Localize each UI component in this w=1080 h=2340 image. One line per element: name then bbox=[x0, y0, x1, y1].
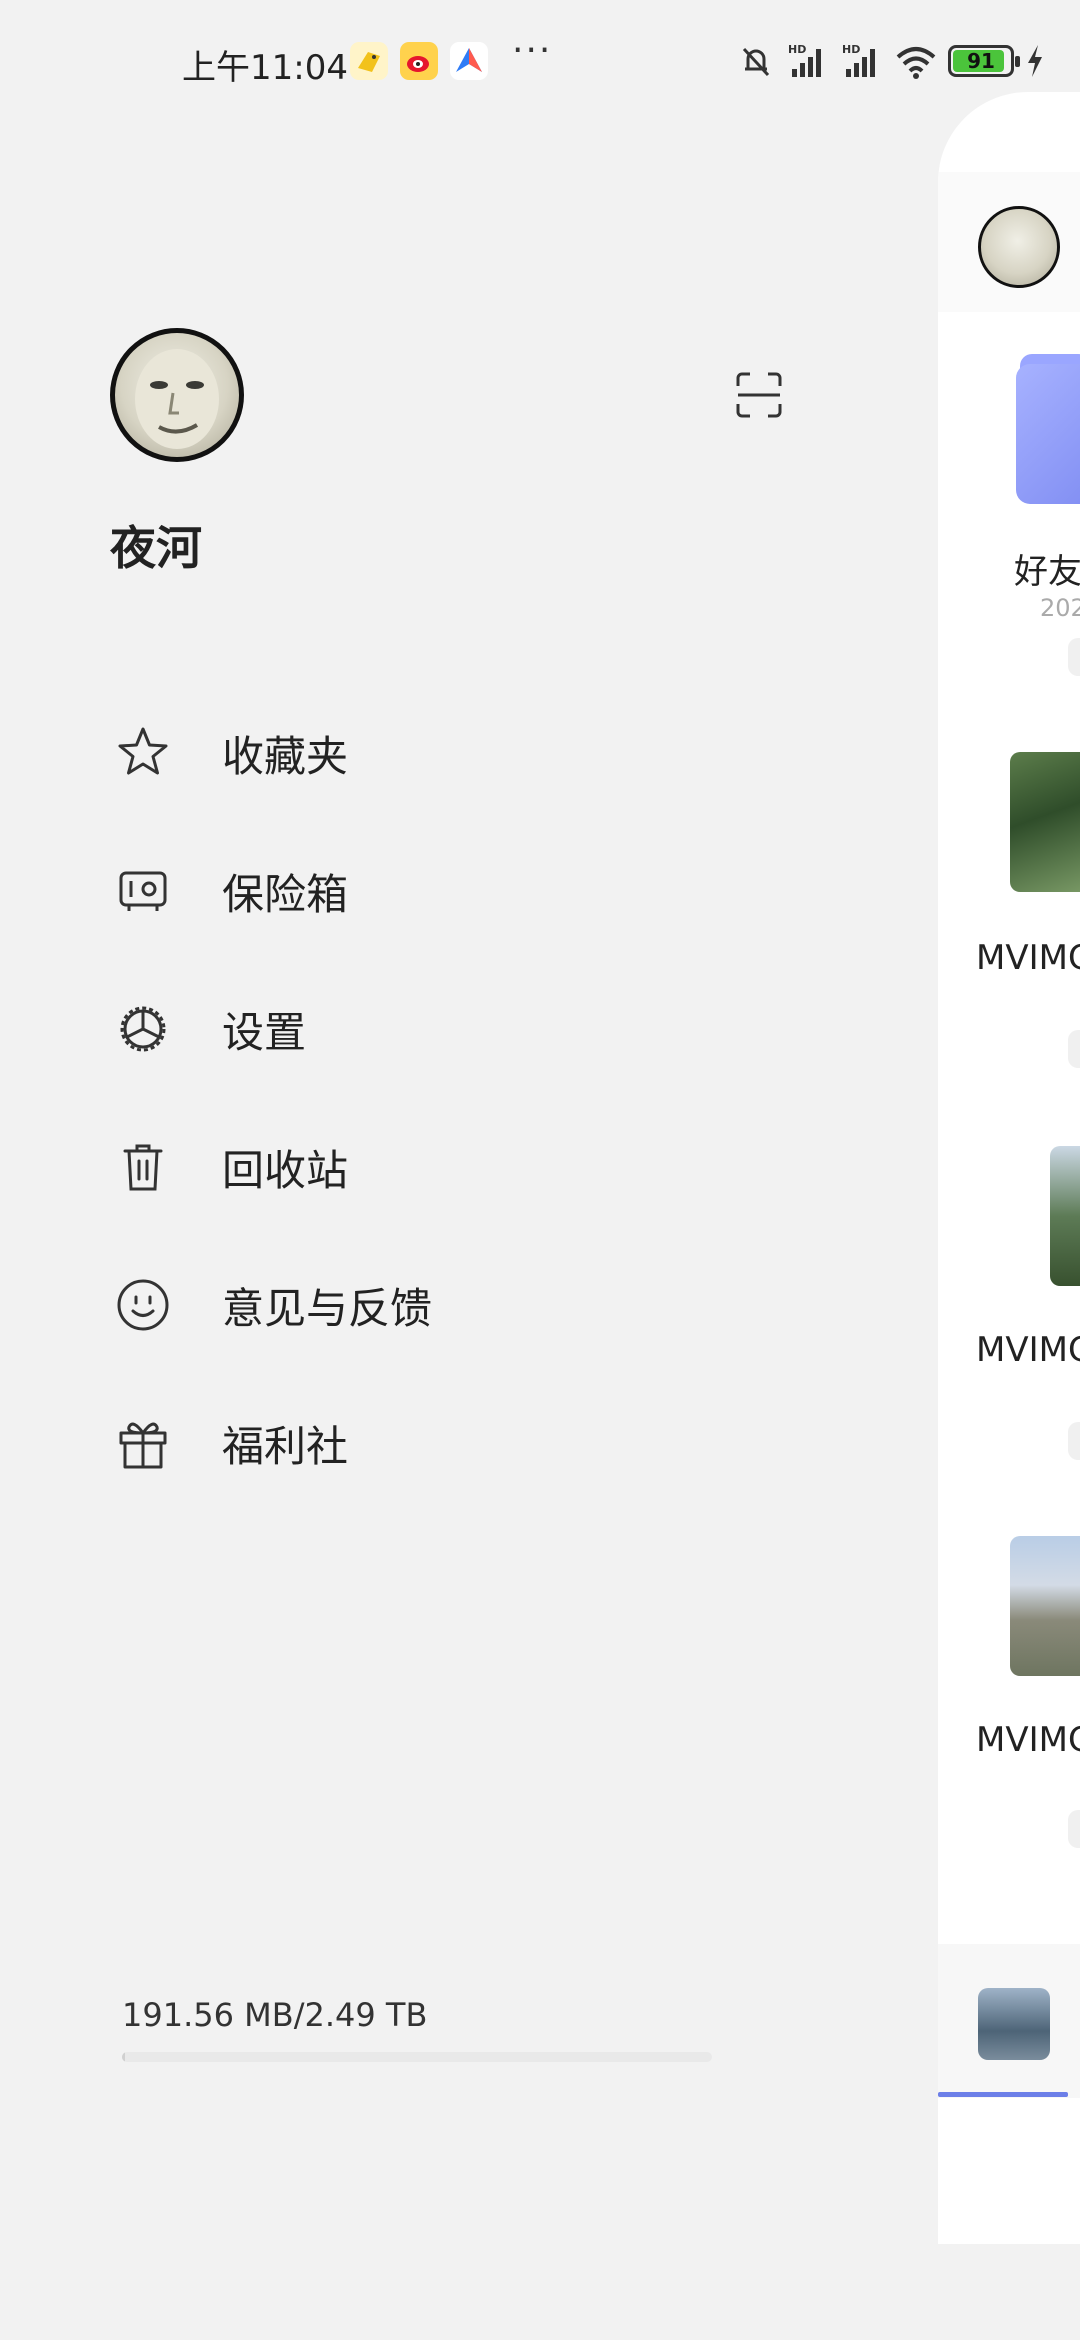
username[interactable]: 夜河 bbox=[110, 512, 202, 578]
file-name[interactable]: MVIMC bbox=[976, 1720, 1080, 1760]
main-content-panel[interactable]: 好友 202 MVIMC MVIMC MVIMC bbox=[938, 92, 1080, 2244]
video-thumbnail[interactable] bbox=[1050, 1146, 1080, 1286]
battery-icon: 91 bbox=[948, 45, 1020, 77]
bottom-nav bbox=[938, 2098, 1080, 2244]
trash-icon bbox=[110, 1134, 176, 1200]
item-tag bbox=[1068, 1810, 1080, 1848]
hd-signal-icon: HD bbox=[842, 43, 875, 77]
status-time: 上午11:04 bbox=[182, 48, 348, 88]
item-tag bbox=[1068, 1422, 1080, 1460]
menu-item-safe[interactable]: 保险箱 bbox=[110, 846, 590, 936]
file-name[interactable]: MVIMC bbox=[976, 1330, 1080, 1370]
file-name[interactable]: MVIMC bbox=[976, 938, 1080, 978]
settings-icon bbox=[110, 996, 176, 1062]
menu-item-label: 回收站 bbox=[222, 1145, 349, 1195]
menu-item-feedback[interactable]: 意见与反馈 bbox=[110, 1260, 590, 1350]
menu-item-favorites[interactable]: 收藏夹 bbox=[110, 708, 590, 798]
status-right-icons: HD HD 91 bbox=[736, 38, 1046, 84]
mute-bell-icon bbox=[742, 47, 770, 77]
more-notifications: ··· bbox=[512, 30, 553, 71]
item-tag bbox=[1068, 638, 1080, 676]
gift-icon bbox=[110, 1410, 176, 1476]
avatar[interactable] bbox=[110, 328, 244, 462]
hd-signal-icon: HD bbox=[788, 43, 821, 77]
svg-text:HD: HD bbox=[842, 43, 860, 56]
svg-text:HD: HD bbox=[788, 43, 806, 56]
menu-item-label: 收藏夹 bbox=[222, 731, 349, 781]
menu-item-label: 保险箱 bbox=[222, 869, 349, 919]
menu-item-recycle-bin[interactable]: 回收站 bbox=[110, 1122, 590, 1212]
scan-icon[interactable] bbox=[734, 370, 784, 420]
charging-icon bbox=[1028, 45, 1042, 77]
video-thumbnail[interactable] bbox=[1010, 1536, 1080, 1676]
safe-icon bbox=[110, 858, 176, 924]
maps-app-icon bbox=[450, 42, 488, 80]
menu-item-label: 福利社 bbox=[222, 1421, 349, 1471]
folder-icon[interactable] bbox=[1016, 364, 1080, 504]
storage-progress-fill bbox=[122, 2052, 125, 2062]
bird-app-icon bbox=[350, 42, 388, 80]
active-tab-indicator bbox=[938, 2092, 1068, 2097]
folder-name[interactable]: 好友 bbox=[1014, 544, 1080, 593]
item-tag bbox=[1068, 1030, 1080, 1068]
folder-date: 202 bbox=[1040, 594, 1080, 622]
battery-percent: 91 bbox=[967, 49, 995, 73]
menu-item-welfare[interactable]: 福利社 bbox=[110, 1398, 590, 1488]
smiley-icon bbox=[110, 1272, 176, 1338]
wifi-icon bbox=[896, 47, 936, 79]
menu-item-settings[interactable]: 设置 bbox=[110, 984, 590, 1074]
video-thumbnail[interactable] bbox=[1010, 752, 1080, 892]
menu-item-label: 意见与反馈 bbox=[222, 1283, 433, 1333]
transfer-thumbnail[interactable] bbox=[978, 1988, 1050, 2060]
storage-progress-bar bbox=[122, 2052, 712, 2062]
menu-item-label: 设置 bbox=[222, 1007, 307, 1057]
weibo-icon bbox=[400, 42, 438, 80]
storage-usage-text: 191.56 MB/2.49 TB bbox=[122, 1996, 428, 2034]
avatar[interactable] bbox=[978, 206, 1060, 288]
star-icon bbox=[110, 720, 176, 786]
status-bar: 上午11:04 ··· HD HD 91 bbox=[0, 0, 1080, 120]
